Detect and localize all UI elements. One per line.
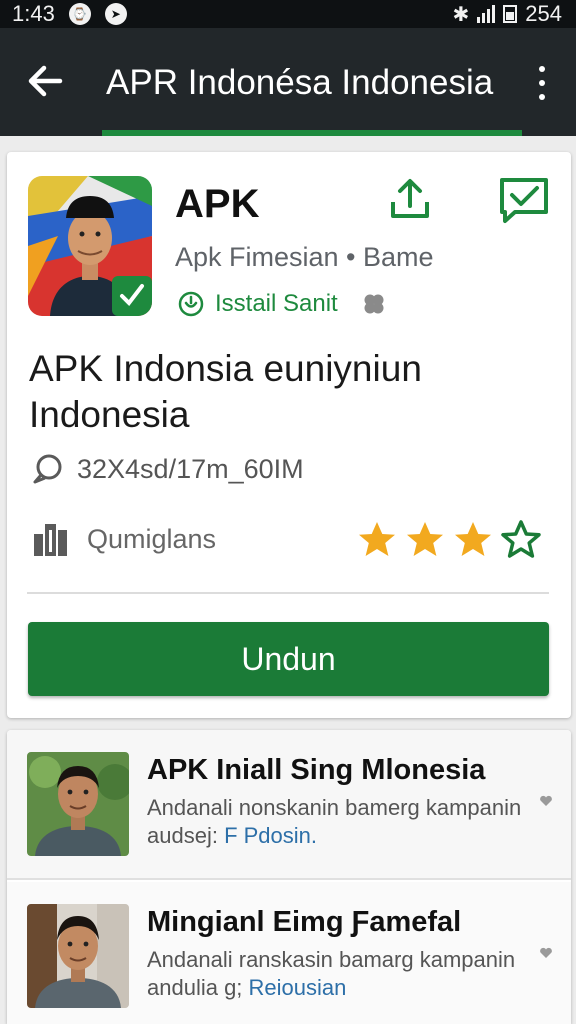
app-name: APK bbox=[175, 182, 260, 226]
related-apps-list: APK Iniall Sing Mlonesia Andanali nonska… bbox=[7, 730, 571, 1024]
chat-icon bbox=[33, 454, 62, 484]
more-vert-icon[interactable] bbox=[532, 66, 552, 100]
signal-icon bbox=[477, 5, 496, 23]
page-title: APR Indonésa Indonesia bbox=[106, 63, 494, 102]
star-outline-icon bbox=[501, 520, 541, 558]
list-item-tag[interactable]: F Pdosin. bbox=[224, 823, 317, 848]
app-icon bbox=[28, 176, 152, 316]
battery-level: 254 bbox=[525, 1, 562, 26]
share-icon[interactable] bbox=[387, 176, 433, 222]
app-detail-card: APK Apk Fimesian • Bame Isstail Sanit AP… bbox=[7, 152, 571, 718]
size-info: 32X4sd/17m_60IM bbox=[31, 452, 304, 486]
battery-icon bbox=[503, 5, 518, 23]
app-bar: APR Indonésa Indonesia bbox=[0, 28, 576, 136]
tab-indicator bbox=[102, 130, 522, 136]
star-filled-icon bbox=[407, 522, 443, 556]
developer-name: Qumiglans bbox=[87, 523, 217, 554]
alarm-icon: ⌚ bbox=[68, 3, 91, 25]
list-item-title: APK Iniall Sing Mlonesia bbox=[147, 754, 486, 786]
list-item-desc-text: Andanali nonskanin bamerg kampanin audse… bbox=[147, 795, 522, 848]
status-time: 1:43 bbox=[12, 1, 55, 26]
list-item-description: Andanali nonskanin bamerg kampanin audse… bbox=[147, 794, 543, 850]
navigation-icon: ➤ bbox=[104, 3, 127, 25]
list-item[interactable]: APK Iniall Sing Mlonesia Andanali nonska… bbox=[7, 730, 571, 880]
install-status-label: Isstail Sanit bbox=[215, 290, 338, 317]
rating-stars bbox=[357, 520, 541, 560]
building-icon bbox=[34, 524, 67, 556]
install-status: Isstail Sanit bbox=[177, 290, 388, 318]
size-info-text: 32X4sd/17m_60IM bbox=[77, 453, 304, 484]
avatar bbox=[27, 904, 129, 1008]
clover-icon bbox=[364, 294, 384, 314]
status-bar: 1:43 ⌚ ➤ ✱ 254 bbox=[0, 0, 576, 28]
install-button[interactable]: Undun bbox=[28, 622, 549, 696]
avatar bbox=[27, 752, 129, 856]
star-filled-icon bbox=[359, 522, 395, 556]
heart-icon[interactable] bbox=[539, 946, 553, 960]
list-item-description: Andanali ranskasin bamarg kampanin andul… bbox=[147, 946, 543, 1002]
list-item[interactable]: Mingianl Eimg Ƒamefal Andanali ranskasin… bbox=[7, 882, 571, 1024]
list-item-title: Mingianl Eimg Ƒamefal bbox=[147, 906, 462, 938]
bluetooth-icon: ✱ bbox=[452, 3, 470, 26]
power-icon bbox=[178, 291, 204, 317]
arrow-left-icon[interactable] bbox=[24, 60, 66, 102]
star-filled-icon bbox=[455, 522, 491, 556]
developer-info: Qumiglans bbox=[31, 520, 216, 558]
app-meta: Apk Fimesian • Bame bbox=[175, 242, 434, 272]
message-check-icon[interactable] bbox=[497, 176, 551, 224]
divider bbox=[27, 592, 549, 594]
app-headline: APK Indonsia euniyniun Indonesia bbox=[29, 348, 422, 435]
heart-icon[interactable] bbox=[539, 794, 553, 808]
list-item-tag[interactable]: Reiousian bbox=[249, 975, 347, 1000]
